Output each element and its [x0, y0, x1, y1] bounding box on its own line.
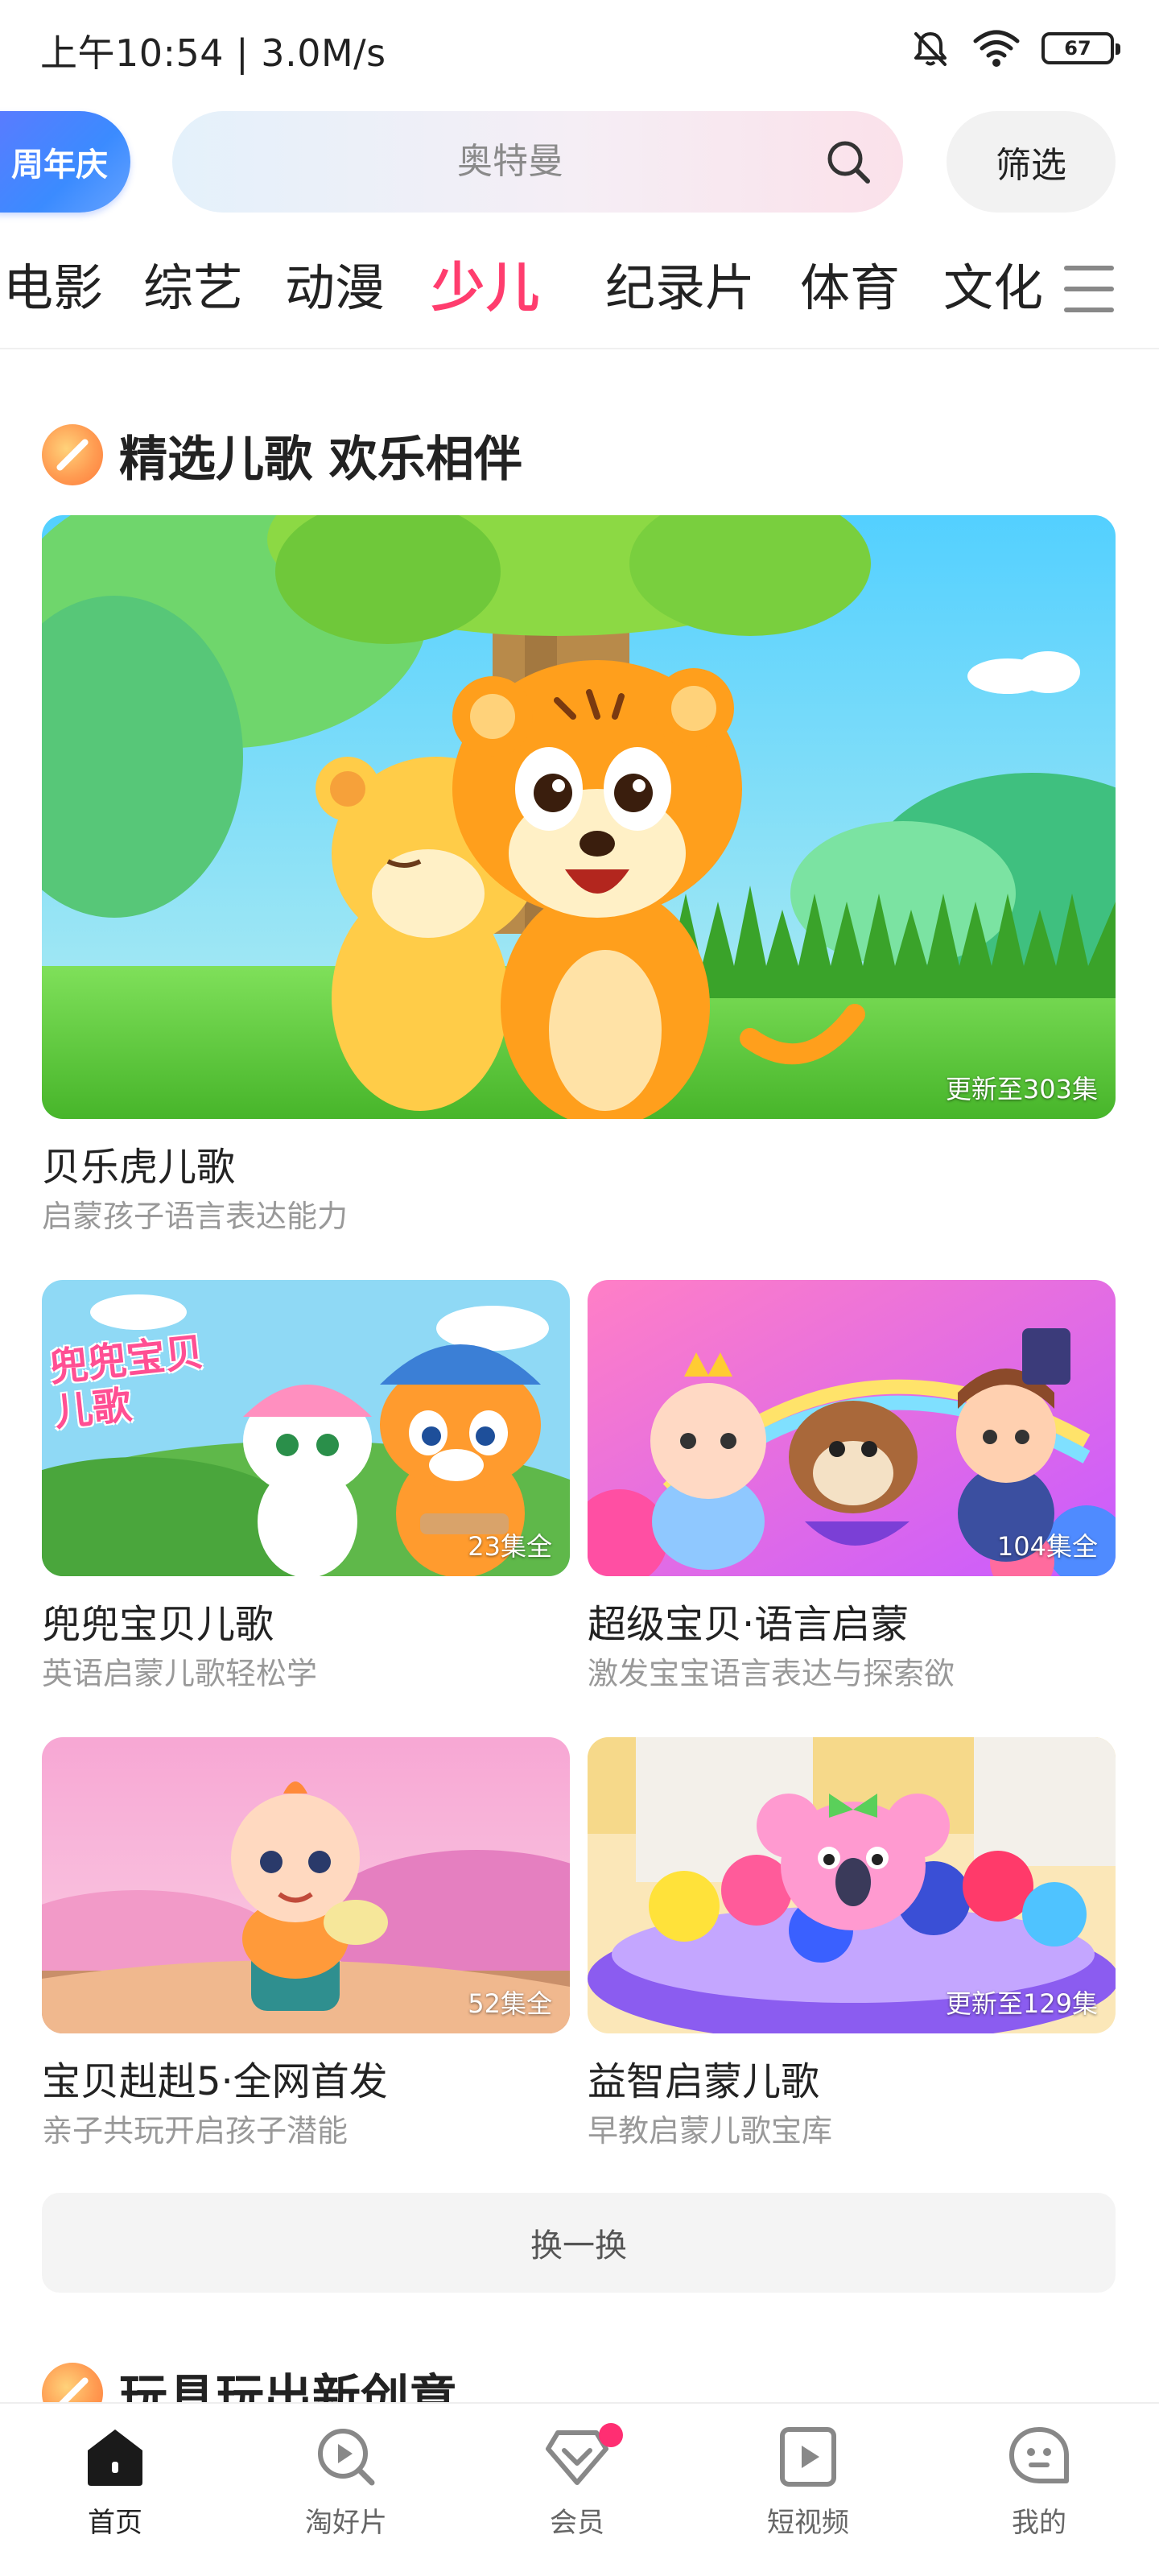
- status-bar: 上午10:54 | 3.0M/s 67: [0, 0, 1159, 100]
- episode-badge: 更新至129集: [945, 1988, 1098, 2019]
- search-placeholder: 奥特曼: [457, 141, 563, 182]
- tab-home[interactable]: 首页: [35, 2425, 196, 2553]
- category-culture[interactable]: 文化: [943, 258, 1043, 319]
- card-title[interactable]: 宝贝赳赳5·全网首发: [42, 2050, 388, 2106]
- category-track: 电影 综艺 动漫 少儿 纪录片 体育 文化: [0, 242, 1046, 348]
- filter-button[interactable]: 筛选: [947, 111, 1116, 213]
- section-header-songs: 精选儿歌 欢乐相伴: [42, 419, 522, 491]
- card-subtitle: 亲子共玩开启孩子潜能: [42, 2113, 349, 2149]
- section-title: 精选儿歌 欢乐相伴: [119, 431, 522, 488]
- app-screen: 上午10:54 | 3.0M/s 67 周年庆 奥特曼 筛选 电影 综艺 动漫 …: [0, 0, 1159, 2576]
- poster-puzzle-songs[interactable]: 更新至129集: [588, 1737, 1116, 2033]
- anniversary-button[interactable]: 周年庆: [0, 111, 130, 213]
- tab-label: 会员: [550, 2507, 604, 2539]
- tab-profile[interactable]: 我的: [959, 2425, 1120, 2553]
- episode-badge: 更新至303集: [945, 1074, 1098, 1104]
- card-title[interactable]: 超级宝贝·语言启蒙: [588, 1592, 909, 1649]
- bottom-tab-bar: 首页 淘好片 会员 短视频 我的: [0, 2402, 1159, 2576]
- tiger-cartoon-poster: [42, 515, 1116, 1119]
- tab-discover[interactable]: 淘好片: [266, 2425, 427, 2553]
- poster-jiujiu[interactable]: 52集全: [42, 1737, 570, 2033]
- episode-badge: 104集全: [996, 1531, 1098, 1562]
- featured-poster[interactable]: 更新至303集: [42, 515, 1116, 1119]
- home-icon: [88, 2429, 142, 2486]
- poster-logo-text: 兜兜宝贝儿歌: [47, 1329, 206, 1436]
- short-video-icon: [780, 2427, 836, 2487]
- mute-bell-icon: [914, 32, 947, 66]
- category-sports[interactable]: 体育: [800, 258, 900, 319]
- search-bar[interactable]: 奥特曼: [172, 111, 903, 213]
- episode-badge: 23集全: [468, 1531, 552, 1562]
- top-header: 周年庆 奥特曼 筛选: [0, 100, 1159, 221]
- category-variety[interactable]: 综艺: [143, 258, 243, 319]
- notification-dot: [599, 2423, 623, 2447]
- category-menu-icon[interactable]: [1064, 266, 1117, 314]
- tab-label: 短视频: [767, 2507, 849, 2539]
- status-time: 上午10:54 | 3.0M/s: [40, 31, 386, 75]
- tab-label: 首页: [88, 2507, 142, 2539]
- status-icons: 67: [909, 27, 1120, 69]
- search-icon[interactable]: [824, 138, 872, 186]
- featured-subtitle: 启蒙孩子语言表达能力: [42, 1199, 349, 1234]
- category-nav: 电影 综艺 动漫 少儿 纪录片 体育 文化: [0, 242, 1159, 349]
- tab-short-video[interactable]: 短视频: [728, 2425, 889, 2553]
- category-documentary[interactable]: 纪录片: [605, 258, 755, 319]
- poster-doudou[interactable]: 兜兜宝贝儿歌 23集全: [42, 1280, 570, 1576]
- lollipop-icon: [42, 424, 103, 485]
- tab-vip[interactable]: 会员: [497, 2425, 658, 2553]
- card-title[interactable]: 兜兜宝贝儿歌: [42, 1592, 274, 1649]
- poster-super-baby[interactable]: 104集全: [588, 1280, 1116, 1576]
- tab-label: 淘好片: [305, 2507, 387, 2539]
- category-kids[interactable]: 少儿: [431, 258, 541, 319]
- battery-level: 67: [1064, 37, 1091, 60]
- tab-label: 我的: [1012, 2507, 1066, 2539]
- category-anime[interactable]: 动漫: [285, 258, 385, 319]
- card-subtitle: 激发宝宝语言表达与探索欲: [588, 1656, 955, 1691]
- episode-badge: 52集全: [468, 1988, 552, 2019]
- card-title[interactable]: 益智启蒙儿歌: [588, 2050, 819, 2106]
- card-subtitle: 早教启蒙儿歌宝库: [588, 2113, 833, 2149]
- refresh-button[interactable]: 换一换: [42, 2193, 1116, 2293]
- category-movie[interactable]: 电影: [3, 258, 103, 319]
- battery-icon: 67: [1041, 32, 1120, 64]
- card-subtitle: 英语启蒙儿歌轻松学: [42, 1656, 318, 1691]
- featured-title[interactable]: 贝乐虎儿歌: [42, 1135, 235, 1191]
- wifi-icon: [973, 30, 1020, 67]
- profile-chat-icon: [1009, 2427, 1069, 2483]
- discover-icon: [318, 2429, 375, 2486]
